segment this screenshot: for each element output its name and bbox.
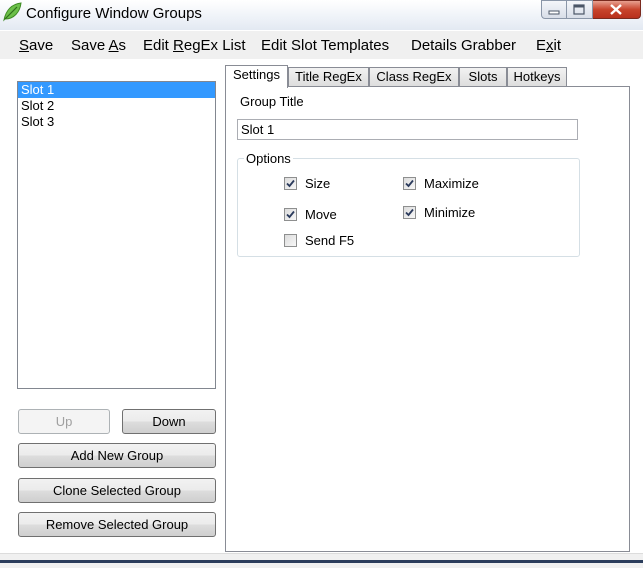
options-label: Options [244,151,293,166]
menu-details-grabber[interactable]: Details Grabber [411,37,516,54]
group-listbox[interactable]: Slot 1 Slot 2 Slot 3 [17,81,216,389]
checkmark-icon [286,179,295,188]
maximize-checkbox[interactable] [403,177,416,190]
maximize-label: Maximize [424,176,479,191]
size-checkbox[interactable] [284,177,297,190]
group-title-input[interactable]: Slot 1 [237,119,578,140]
add-new-group-button[interactable]: Add New Group [18,443,216,468]
window-title: Configure Window Groups [26,5,202,22]
checkmark-icon [405,179,414,188]
settings-tab-panel: Group Title Slot 1 Options Size Maximize… [225,86,630,552]
menu-edit-slot-templates[interactable]: Edit Slot Templates [261,37,389,54]
tab-class-regex[interactable]: Class RegEx [369,67,459,87]
maximize-icon [573,4,585,15]
close-icon [610,4,622,15]
menu-exit[interactable]: Exit [536,37,561,54]
close-button[interactable] [593,0,641,19]
minimize-button[interactable] [541,0,567,19]
list-item[interactable]: Slot 2 [18,98,215,114]
send-f5-checkbox[interactable] [284,234,297,247]
tab-hotkeys[interactable]: Hotkeys [507,67,567,87]
checkmark-icon [286,210,295,219]
up-button[interactable]: Up [18,409,110,434]
down-button[interactable]: Down [122,409,216,434]
move-checkbox[interactable] [284,208,297,221]
title-bar: Configure Window Groups [0,0,643,30]
list-item[interactable]: Slot 1 [18,82,215,98]
list-item[interactable]: Slot 3 [18,114,215,130]
checkmark-icon [405,208,414,217]
leaf-app-icon [3,2,22,22]
group-title-label: Group Title [240,94,304,109]
size-label: Size [305,176,331,191]
clone-selected-group-button[interactable]: Clone Selected Group [18,478,216,503]
minimize-checkbox[interactable] [403,206,416,219]
tab-slots[interactable]: Slots [459,67,507,87]
tab-title-regex[interactable]: Title RegEx [288,67,369,87]
minimize-label: Minimize [424,205,476,220]
menu-bar: Save Save As Edit RegEx List Edit Slot T… [0,31,643,59]
window-border [0,560,643,563]
options-groupbox: Options Size Maximize Move Minimize Send… [237,151,580,257]
remove-selected-group-button[interactable]: Remove Selected Group [18,512,216,537]
menu-edit-regex-list[interactable]: Edit RegEx List [143,37,246,54]
minimize-icon [548,10,560,15]
menu-save[interactable]: Save [19,37,53,54]
send-f5-label: Send F5 [305,233,355,248]
menu-save-as[interactable]: Save As [71,37,126,54]
move-label: Move [305,207,337,222]
maximize-button[interactable] [567,0,593,19]
tab-settings[interactable]: Settings [225,65,288,88]
